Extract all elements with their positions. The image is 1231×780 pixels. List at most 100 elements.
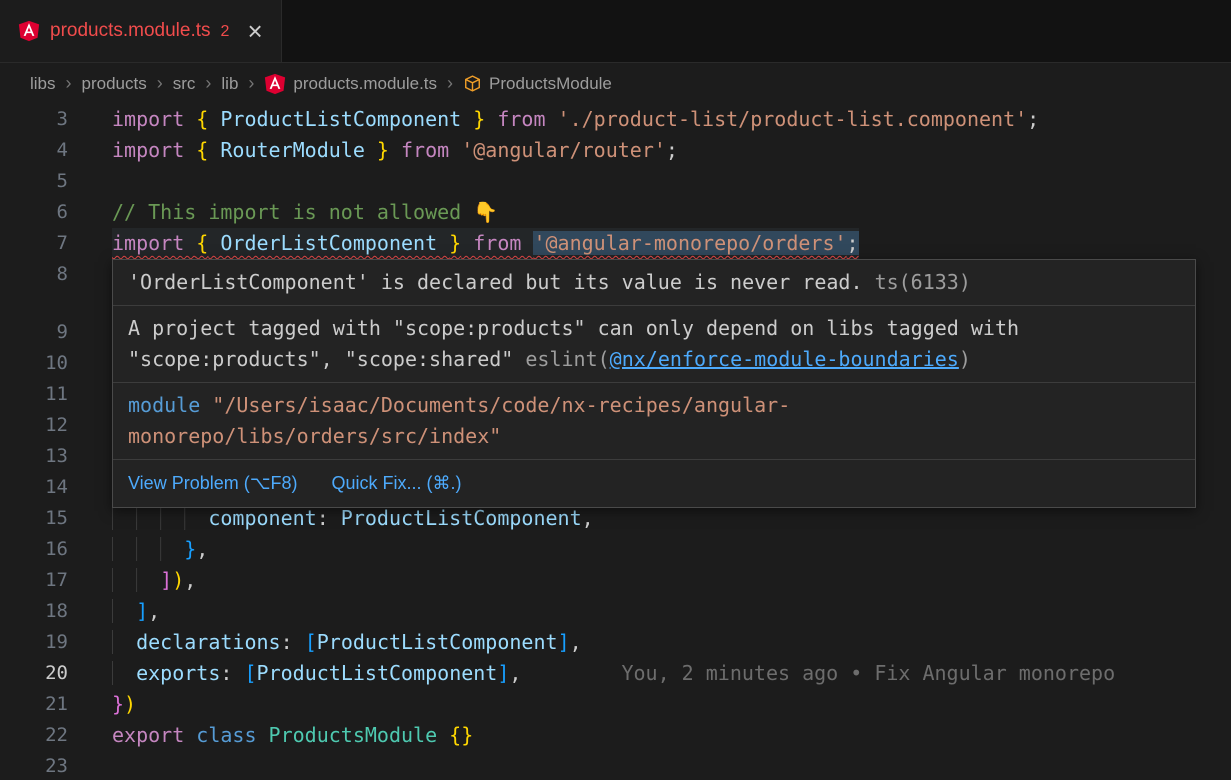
breadcrumb-item-products[interactable]: products (82, 74, 147, 94)
module-path-line2: monorepo/libs/orders/src/index" (128, 424, 501, 448)
code-token: , (582, 506, 594, 530)
code-token: ] (558, 630, 570, 654)
breadcrumb-item-libs[interactable]: libs (30, 74, 56, 94)
indent-guide (112, 568, 160, 592)
code-token: export (112, 723, 196, 747)
ts-diagnostic-source: ts(6133) (875, 270, 971, 294)
line-number[interactable]: 12 (0, 410, 68, 441)
vscode-window: products.module.ts 2 × libs›products›src… (0, 0, 1231, 780)
code-token: ProductListComponent (208, 107, 473, 131)
indent-guide (112, 506, 208, 530)
line-number[interactable]: 16 (0, 534, 68, 565)
code-line-content[interactable]: export class ProductsModule {} (112, 720, 473, 751)
code-line-7: 7 import { OrderListComponent } from '@an… (0, 228, 1231, 259)
breadcrumb-label: src (173, 74, 196, 94)
tab-problems-badge: 2 (221, 21, 230, 41)
code-token: from (461, 231, 533, 255)
code-line-3: 3 import { ProductListComponent } from '.… (0, 104, 1231, 135)
code-line-content[interactable]: ]), (112, 565, 196, 596)
view-problem-action[interactable]: View Problem (⌥F8) (128, 468, 297, 499)
code-line-content[interactable]: import { OrderListComponent } from '@ang… (112, 228, 859, 259)
line-number[interactable]: 3 (0, 104, 68, 135)
code-line-content[interactable]: declarations: [ProductListComponent], (112, 627, 582, 658)
line-number[interactable]: 7 (0, 228, 68, 259)
eslint-message-line1: A project tagged with "scope:products" c… (128, 316, 1019, 340)
breadcrumb-label: lib (221, 74, 238, 94)
breadcrumb-item-productsmodule[interactable]: ProductsModule (463, 74, 612, 94)
line-number[interactable]: 10 (0, 348, 68, 379)
line-number[interactable]: 19 (0, 627, 68, 658)
code-line-content[interactable]: exports: [ProductListComponent],You, 2 m… (112, 658, 1115, 689)
line-number[interactable]: 14 (0, 472, 68, 503)
code-token: ) (172, 568, 184, 592)
line-number[interactable]: 18 (0, 596, 68, 627)
code-token: '@angular/router' (461, 138, 666, 162)
breadcrumb: libs›products›src›lib›products.module.ts… (0, 63, 1231, 104)
code-token: {} (449, 723, 473, 747)
code-token: } (184, 537, 196, 561)
code-token: ] (497, 661, 509, 685)
module-quickinfo: module "/Users/isaac/Documents/code/nx-r… (113, 383, 1195, 460)
code-token: exports (136, 661, 220, 685)
line-number[interactable]: 11 (0, 379, 68, 410)
eslint-diagnostic: A project tagged with "scope:products" c… (113, 306, 1195, 383)
code-token: ; (666, 138, 678, 162)
code-token: , (196, 537, 208, 561)
line-number[interactable]: 4 (0, 135, 68, 166)
breadcrumb-item-products-module-ts[interactable]: products.module.ts (264, 73, 437, 95)
breadcrumb-label: ProductsModule (489, 74, 612, 94)
code-line-content[interactable]: // This import is not allowed 👇 (112, 197, 498, 228)
breadcrumb-item-src[interactable]: src (173, 74, 196, 94)
line-number[interactable]: 20 (0, 658, 68, 689)
tab-products-module-ts[interactable]: products.module.ts 2 × (0, 0, 282, 62)
code-line-content[interactable]: }, (112, 534, 208, 565)
line-number[interactable]: 17 (0, 565, 68, 596)
indent-guide (112, 537, 184, 561)
code-token: class (196, 723, 268, 747)
breadcrumb-separator: › (248, 73, 254, 94)
code-token: ProductListComponent (341, 506, 582, 530)
hover-actions: View Problem (⌥F8) Quick Fix... (⌘.) (113, 460, 1195, 507)
line-number[interactable]: 5 (0, 166, 68, 197)
code-token: : (317, 506, 341, 530)
code-line-17: 17 ]), (0, 565, 1231, 596)
line-number[interactable]: 8 (0, 259, 68, 290)
code-line-22: 22 export class ProductsModule {} (0, 720, 1231, 751)
code-token: [ (244, 661, 256, 685)
line-number[interactable]: 13 (0, 441, 68, 472)
code-token: declarations (136, 630, 281, 654)
line-number[interactable]: 15 (0, 503, 68, 534)
module-path-line1: "/Users/isaac/Documents/code/nx-recipes/… (200, 393, 790, 417)
eslint-source-open: eslint( (525, 347, 609, 371)
indent-guide (112, 630, 136, 654)
code-line-content[interactable]: import { ProductListComponent } from './… (112, 104, 1039, 135)
code-line-18: 18 ], (0, 596, 1231, 627)
hover-diagnostics-popup: 'OrderListComponent' is declared but its… (112, 259, 1196, 508)
line-number[interactable]: 23 (0, 751, 68, 780)
eslint-rule-link[interactable]: @nx/enforce-module-boundaries (610, 347, 959, 371)
close-icon[interactable]: × (247, 18, 262, 44)
code-token: OrderListComponent (208, 231, 449, 255)
code-line-content[interactable]: }) (112, 689, 136, 720)
code-token: import (112, 138, 196, 162)
code-token: ) (124, 692, 136, 716)
code-token: '@angular-monorepo/orders' (533, 231, 846, 255)
breadcrumb-item-lib[interactable]: lib (221, 74, 238, 94)
line-number[interactable]: 21 (0, 689, 68, 720)
line-number[interactable]: 22 (0, 720, 68, 751)
code-line-content[interactable]: import { RouterModule } from '@angular/r… (112, 135, 678, 166)
code-token: from (485, 107, 557, 131)
line-number[interactable]: 9 (0, 317, 68, 348)
code-token: } (377, 138, 389, 162)
indent-guide (112, 599, 136, 623)
code-token: ProductListComponent (317, 630, 558, 654)
code-line-content[interactable]: ], (112, 596, 160, 627)
code-line-19: 19 declarations: [ProductListComponent], (0, 627, 1231, 658)
quick-fix-action[interactable]: Quick Fix... (⌘.) (331, 468, 461, 499)
code-token: import (112, 231, 196, 255)
code-line-16: 16 }, (0, 534, 1231, 565)
code-token: ] (160, 568, 172, 592)
line-number[interactable]: 6 (0, 197, 68, 228)
code-token: ProductsModule (269, 723, 450, 747)
breadcrumb-label: products (82, 74, 147, 94)
